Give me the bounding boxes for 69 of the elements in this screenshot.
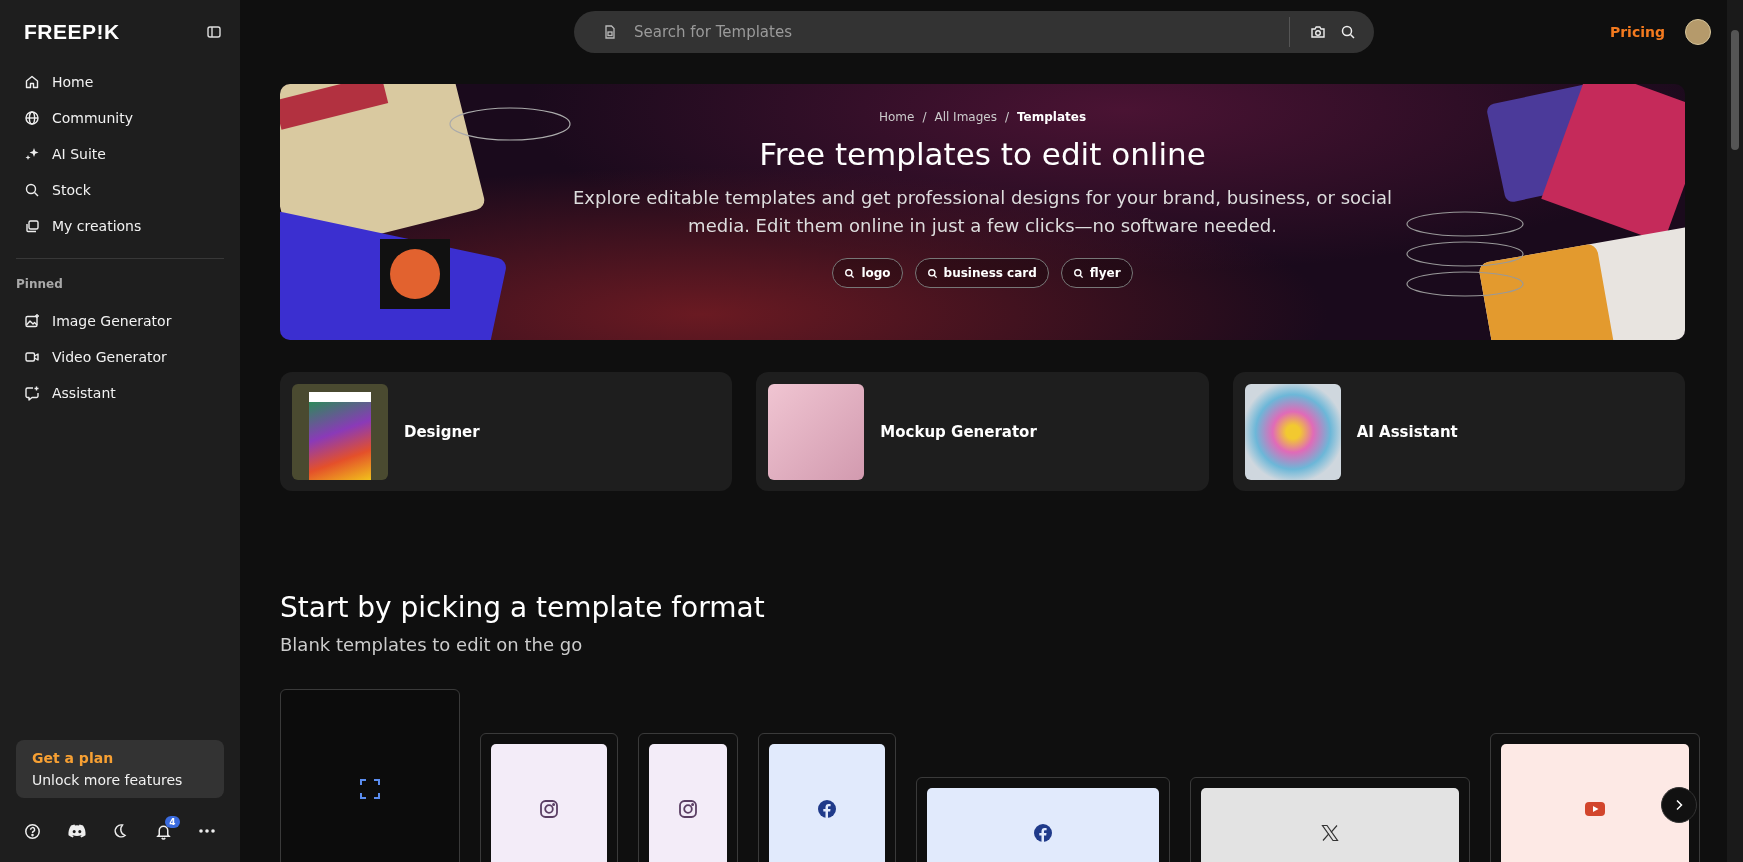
tool-card[interactable]: AI Assistant bbox=[1232, 372, 1685, 491]
sparkle-icon bbox=[24, 146, 40, 162]
template-format-tile[interactable] bbox=[480, 733, 618, 862]
search-icon bbox=[844, 267, 856, 279]
facebook-icon bbox=[817, 799, 837, 819]
template-format-tile[interactable] bbox=[1490, 733, 1700, 862]
pinned-heading: Pinned bbox=[16, 276, 64, 293]
youtube-icon bbox=[1584, 801, 1606, 817]
template-format-tile[interactable] bbox=[916, 777, 1170, 862]
tool-label: Designer bbox=[404, 422, 480, 441]
video-icon bbox=[24, 349, 40, 365]
tag-chip[interactable]: flyer bbox=[1060, 258, 1133, 288]
tag-chip[interactable]: business card bbox=[914, 258, 1049, 288]
tool-card[interactable]: Mockup Generator bbox=[756, 372, 1209, 491]
image-icon bbox=[24, 313, 40, 329]
section-subtitle: Blank templates to edit on the go bbox=[280, 634, 584, 655]
banner-description: Explore editable templates and get professional designs for your brand, business, or social media. Edit them online in just a few clicks—no software needed. bbox=[572, 186, 1393, 238]
get-plan-card[interactable]: Get a plan Unlock more features bbox=[16, 740, 224, 798]
nav-item[interactable]: Video Generator bbox=[16, 339, 224, 375]
nav-item[interactable]: Stock bbox=[16, 172, 224, 208]
facebook-icon bbox=[1033, 823, 1053, 843]
nav-item[interactable]: Image Generator bbox=[16, 303, 224, 339]
avatar[interactable] bbox=[1685, 19, 1711, 45]
notification-badge: 4 bbox=[165, 815, 180, 828]
nav-item[interactable]: Home bbox=[16, 64, 224, 100]
tool-card[interactable]: Designer bbox=[280, 372, 733, 491]
breadcrumb-separator: / bbox=[1004, 110, 1009, 124]
discord-icon[interactable] bbox=[67, 824, 86, 838]
moon-icon[interactable] bbox=[112, 823, 128, 839]
section-title: Start by picking a template format bbox=[280, 591, 766, 624]
help-icon[interactable] bbox=[24, 822, 41, 840]
template-format-tile[interactable] bbox=[638, 733, 738, 862]
scrollbar[interactable] bbox=[1727, 0, 1743, 862]
nav-item[interactable]: My creations bbox=[16, 208, 224, 244]
search-icon[interactable] bbox=[1340, 24, 1356, 40]
globe-icon bbox=[24, 110, 40, 126]
more-icon[interactable] bbox=[198, 828, 216, 834]
document-icon bbox=[602, 24, 618, 40]
banner-title: Free templates to edit online bbox=[759, 136, 1206, 172]
chat-icon bbox=[24, 385, 40, 401]
x-logo-icon bbox=[1320, 823, 1340, 843]
resize-frame-icon bbox=[359, 778, 381, 800]
home-icon bbox=[24, 74, 40, 90]
nav-item[interactable]: Community bbox=[16, 100, 224, 136]
tool-label: Mockup Generator bbox=[880, 422, 1037, 441]
template-format-tile[interactable] bbox=[1190, 777, 1470, 862]
breadcrumb-link[interactable]: All Images bbox=[934, 110, 997, 124]
template-format-tile[interactable] bbox=[280, 689, 460, 862]
search-input[interactable]: Search for Templates bbox=[632, 22, 1275, 42]
camera-icon[interactable] bbox=[1310, 24, 1326, 40]
search-icon bbox=[926, 267, 938, 279]
freepik-logo[interactable]: FREEP!K bbox=[24, 20, 120, 44]
breadcrumb-link[interactable]: Templates bbox=[1017, 110, 1087, 124]
search-icon bbox=[1072, 267, 1084, 279]
plan-subtitle: Unlock more features bbox=[32, 772, 184, 788]
instagram-icon bbox=[678, 799, 698, 819]
tag-chip[interactable]: logo bbox=[832, 258, 903, 288]
instagram-icon bbox=[539, 799, 559, 819]
nav-item[interactable]: Assistant bbox=[16, 375, 224, 411]
stack-icon bbox=[24, 218, 40, 234]
pricing-link[interactable]: Pricing bbox=[1609, 24, 1665, 40]
breadcrumb-separator: / bbox=[922, 110, 927, 124]
tool-label: AI Assistant bbox=[1356, 422, 1458, 441]
template-format-tile[interactable] bbox=[758, 733, 896, 862]
search-icon bbox=[24, 182, 40, 198]
plan-title: Get a plan bbox=[32, 750, 115, 766]
nav-item[interactable]: AI Suite bbox=[16, 136, 224, 172]
search-field[interactable]: Search for Templates bbox=[574, 11, 1374, 53]
breadcrumb-link[interactable]: Home bbox=[878, 110, 915, 124]
